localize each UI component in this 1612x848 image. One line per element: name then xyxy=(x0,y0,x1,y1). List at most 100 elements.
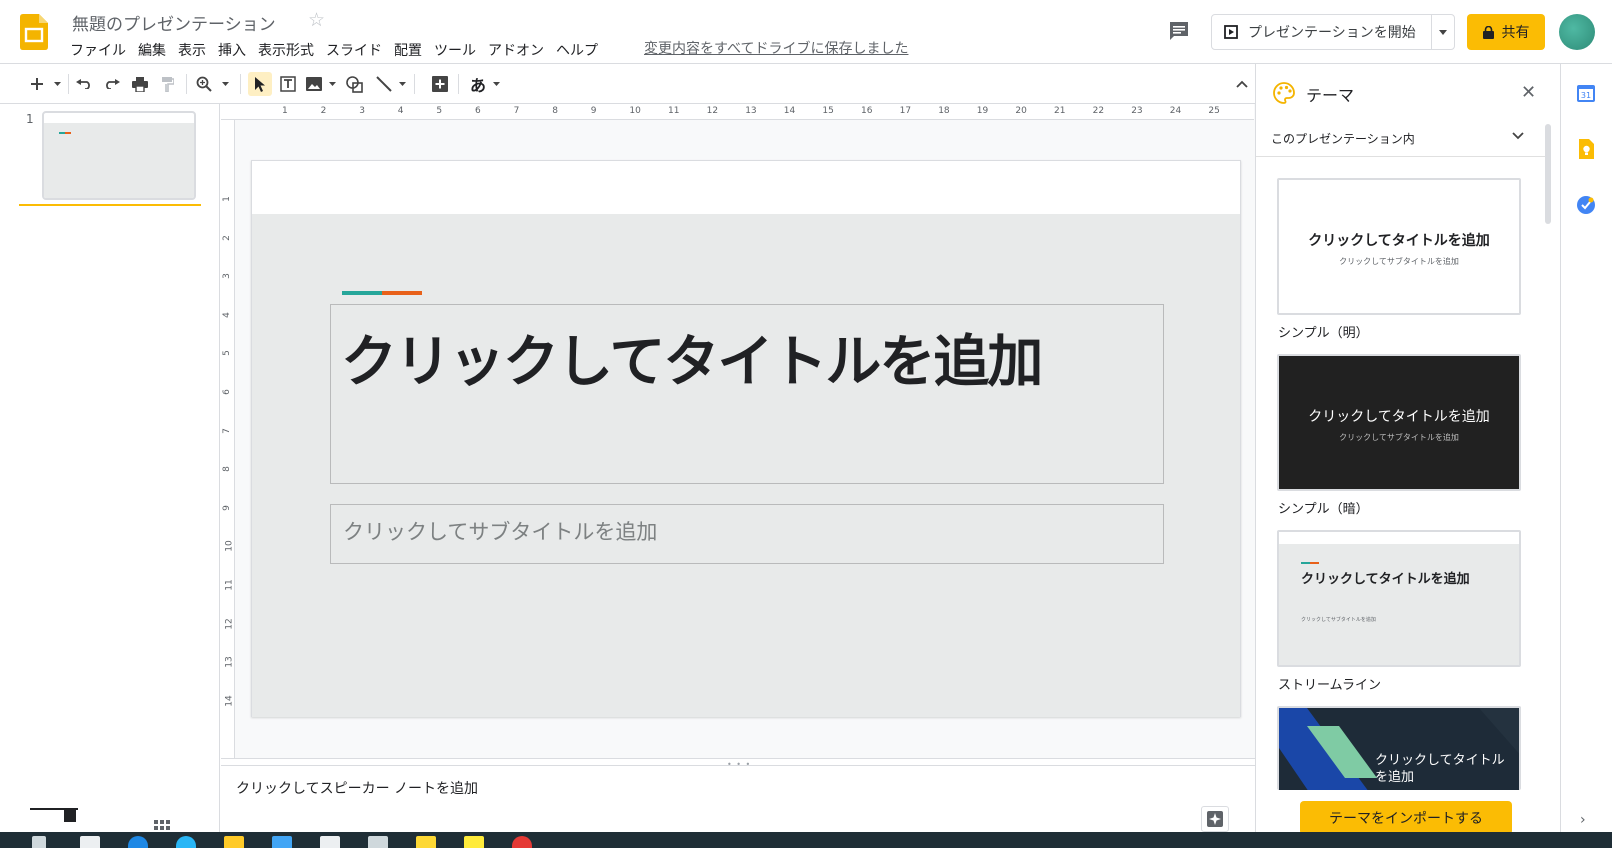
theme-name: ストリームライン xyxy=(1278,678,1381,693)
present-button[interactable]: プレゼンテーションを開始 xyxy=(1212,15,1432,49)
menu-slide[interactable]: スライド xyxy=(320,40,388,60)
input-tools-button[interactable]: あ xyxy=(466,72,490,96)
store-icon[interactable] xyxy=(320,836,340,848)
ruler-tick-label: 6 xyxy=(475,106,481,116)
chevron-right-icon[interactable]: › xyxy=(1580,812,1586,828)
redo-icon xyxy=(106,79,120,89)
menu-arrange[interactable]: 配置 xyxy=(388,40,428,60)
undo-button[interactable] xyxy=(72,72,96,96)
window-app-icon[interactable] xyxy=(368,836,388,848)
ruler-tick-label: 18 xyxy=(938,106,950,116)
import-theme-button[interactable]: テーマをインポートする xyxy=(1300,801,1512,835)
chevron-up-icon xyxy=(1236,80,1248,88)
ruler-tick-label: 20 xyxy=(1015,106,1027,116)
task-view-icon[interactable] xyxy=(32,836,46,848)
close-icon[interactable]: ✕ xyxy=(1521,82,1536,103)
ruler-tick-label: 11 xyxy=(224,579,235,591)
theme-card-title: クリックしてタイトルを追加 xyxy=(1375,753,1505,785)
new-slide-layout-dropdown[interactable] xyxy=(50,72,64,96)
vertical-ruler[interactable]: 1 2 3 4 5 6 7 8 9 10 11 12 13 14 xyxy=(221,120,235,760)
save-status-link[interactable]: 変更内容をすべてドライブに保存しました xyxy=(644,38,908,58)
tasks-icon[interactable] xyxy=(1576,195,1596,215)
menu-view[interactable]: 表示 xyxy=(172,40,212,60)
slides-logo-icon[interactable] xyxy=(20,14,48,50)
menu-edit[interactable]: 編集 xyxy=(132,40,172,60)
slide-thumbnail[interactable] xyxy=(42,111,196,200)
theme-card-focus[interactable]: クリックしてタイトルを追加 xyxy=(1277,706,1521,790)
zoom-icon xyxy=(196,76,212,92)
menu-help[interactable]: ヘルプ xyxy=(550,40,604,60)
line-tool-dropdown[interactable] xyxy=(396,72,408,96)
keep-icon[interactable] xyxy=(1576,139,1596,159)
thumbnail-accent xyxy=(65,132,71,134)
note-app-icon[interactable] xyxy=(416,836,436,848)
print-button[interactable] xyxy=(128,72,152,96)
redo-button[interactable] xyxy=(100,72,124,96)
speaker-notes-placeholder[interactable]: クリックしてスピーカー ノートを追加 xyxy=(236,778,478,798)
paint-format-icon xyxy=(162,76,174,92)
add-comment-icon xyxy=(432,76,448,92)
pen-app-icon[interactable] xyxy=(272,836,292,848)
ruler-tick-label: 13 xyxy=(224,656,235,668)
menu-format[interactable]: 表示形式 xyxy=(252,40,320,60)
share-button[interactable]: 共有 xyxy=(1467,14,1545,50)
input-tools-dropdown[interactable] xyxy=(490,72,502,96)
insert-image-dropdown[interactable] xyxy=(326,72,338,96)
ruler-tick-label: 14 xyxy=(224,695,235,707)
comments-icon[interactable] xyxy=(1168,20,1190,42)
ruler-tick-label: 8 xyxy=(552,106,558,116)
explore-button[interactable] xyxy=(1201,806,1229,832)
insert-comment-button[interactable] xyxy=(428,72,452,96)
title-placeholder-box[interactable]: クリックしてタイトルを追加 xyxy=(330,304,1164,484)
theme-card-subtitle: クリックしてサブタイトルを追加 xyxy=(1339,433,1459,442)
filmstrip-view-icon[interactable] xyxy=(58,806,78,822)
ruler-tick-label: 7 xyxy=(513,106,520,116)
insert-image-button[interactable] xyxy=(302,72,326,96)
present-dropdown-button[interactable] xyxy=(1432,15,1454,49)
shape-button[interactable] xyxy=(342,72,366,96)
zoom-dropdown[interactable] xyxy=(218,72,232,96)
zoom-button[interactable] xyxy=(192,72,216,96)
menu-tools[interactable]: ツール xyxy=(428,40,482,60)
ruler-tick-label: 10 xyxy=(224,540,235,553)
app-launcher-icon[interactable] xyxy=(80,836,100,848)
text-box-button[interactable] xyxy=(276,72,300,96)
document-title[interactable]: 無題のプレゼンテーション xyxy=(72,10,276,35)
subtitle-placeholder-box[interactable]: クリックしてサブタイトルを追加 xyxy=(330,504,1164,564)
line-tool-button[interactable] xyxy=(372,72,396,96)
file-explorer-icon[interactable] xyxy=(224,836,244,848)
grid-view-icon[interactable] xyxy=(154,820,170,832)
slide-filmstrip xyxy=(0,104,220,832)
menu-addons[interactable]: アドオン xyxy=(482,40,550,60)
chevron-down-icon[interactable] xyxy=(1512,132,1524,140)
ruler-tick-label: 9 xyxy=(590,106,597,116)
menu-file[interactable]: ファイル xyxy=(64,40,132,60)
calendar-icon[interactable]: 31 xyxy=(1576,83,1596,103)
ruler-tick-label: 22 xyxy=(1092,106,1105,116)
sticky-notes-icon[interactable] xyxy=(464,836,484,848)
ruler-tick-label: 19 xyxy=(976,106,989,116)
shape-icon xyxy=(345,75,363,93)
collapse-menus-button[interactable] xyxy=(1230,72,1254,96)
new-slide-button[interactable] xyxy=(26,72,48,96)
select-tool-button[interactable] xyxy=(248,72,272,96)
slide-editor[interactable]: クリックしてタイトルを追加 クリックしてサブタイトルを追加 xyxy=(251,160,1241,717)
theme-card-title: クリックしてタイトルを追加 xyxy=(1308,233,1490,249)
star-icon[interactable]: ☆ xyxy=(308,9,325,31)
menu-insert[interactable]: 挿入 xyxy=(212,40,252,60)
palette-icon xyxy=(1273,82,1295,104)
theme-card-title: クリックしてタイトルを追加 xyxy=(1308,409,1490,425)
undo-icon xyxy=(76,79,90,89)
horizontal-ruler[interactable]: 1 2 3 4 5 6 7 8 9 10 11 12 13 14 15 16 17 18 19 20 21 22 23 24 2… xyxy=(234,104,1254,120)
theme-card-simple-light[interactable]: クリックしてタイトルを追加 クリックしてサブタイトルを追加 xyxy=(1277,178,1521,315)
theme-card-simple-dark[interactable]: クリックしてタイトルを追加 クリックしてサブタイトルを追加 xyxy=(1277,354,1521,491)
text-box-icon xyxy=(280,76,296,92)
paint-format-button[interactable] xyxy=(156,72,180,96)
theme-card-streamline[interactable]: クリックしてタイトルを追加 クリックしてサブタイトルを追加 xyxy=(1277,530,1521,667)
theme-panel-scrollbar[interactable] xyxy=(1545,124,1551,224)
theme-panel-title: テーマ xyxy=(1306,86,1355,105)
theme-scope-select[interactable]: このプレゼンテーション内 xyxy=(1271,130,1415,147)
speaker-notes-area[interactable] xyxy=(221,767,1255,832)
account-avatar[interactable] xyxy=(1559,14,1595,50)
present-label: プレゼンテーションを開始 xyxy=(1248,25,1416,41)
